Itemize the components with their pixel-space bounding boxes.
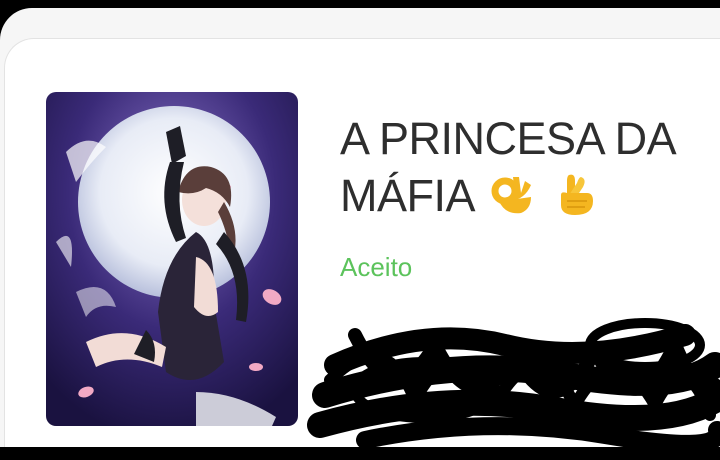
- bottom-edge: [0, 447, 720, 460]
- story-cover-image[interactable]: [46, 92, 298, 426]
- ok-hand-icon: [491, 171, 535, 230]
- redacted-scribble: [307, 318, 720, 447]
- top-edge: [0, 0, 720, 8]
- crossed-fingers-icon: [553, 171, 597, 230]
- story-title-line1: A PRINCESA DA: [340, 113, 677, 164]
- story-title[interactable]: A PRINCESA DA MÁFIA: [340, 110, 720, 230]
- story-title-line2: MÁFIA: [340, 170, 473, 221]
- story-status-label: Aceito: [340, 252, 413, 282]
